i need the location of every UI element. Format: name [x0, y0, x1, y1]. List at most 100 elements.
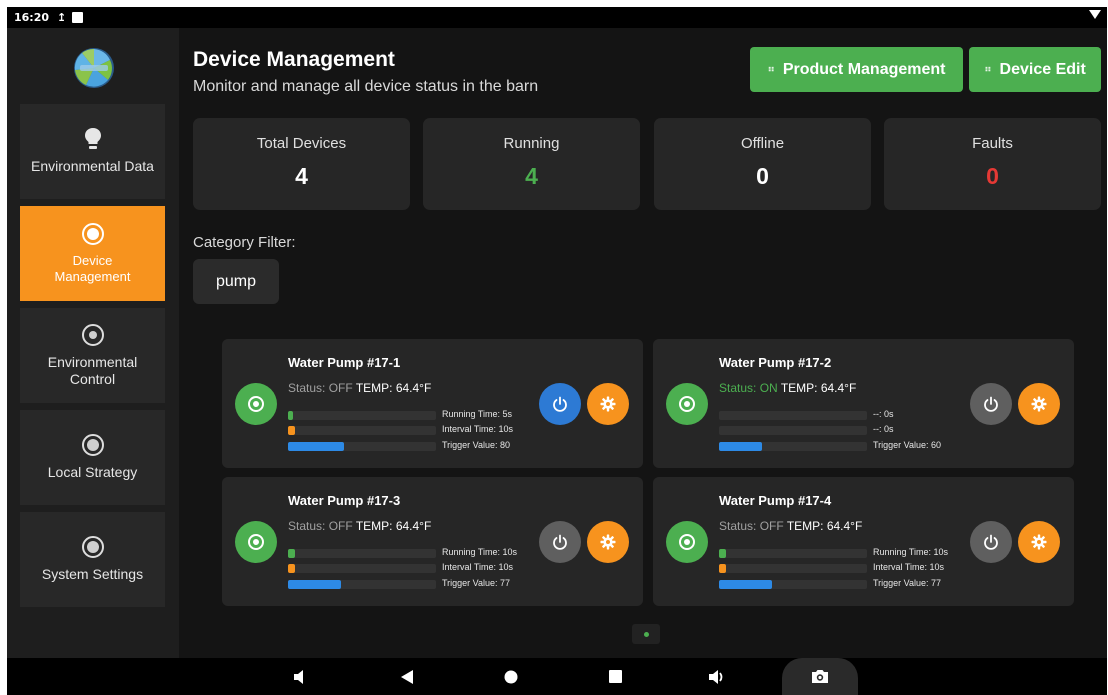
bar-label: Trigger Value: 60: [873, 440, 942, 450]
sidebar-item-environmental-data[interactable]: Environmental Data: [20, 104, 165, 199]
category-filter-chip[interactable]: pump: [193, 259, 279, 304]
bar-label: Running Time: 5s: [442, 409, 513, 419]
sidebar-item-label: System Settings: [41, 566, 144, 582]
progress-bar-fill: [719, 442, 762, 451]
progress-bar-fill: [288, 580, 342, 589]
progress-bar: [719, 442, 867, 451]
page-subtitle: Monitor and manage all device status in …: [193, 78, 539, 95]
progress-bar: [719, 411, 867, 420]
sidebar-item-system-settings[interactable]: System Settings: [20, 512, 165, 607]
screenshot-button[interactable]: [782, 658, 858, 695]
progress-bar: [288, 549, 436, 558]
product-management-label: Product Management: [782, 60, 946, 78]
progress-bar-fill: [288, 549, 296, 558]
progress-bar-fill: [288, 426, 296, 435]
volume-up-icon[interactable]: [705, 658, 729, 695]
status-prefix: Status:: [719, 381, 760, 395]
status-value: OFF: [328, 381, 353, 395]
settings-button[interactable]: [587, 383, 629, 425]
upload-icon: ↥: [57, 11, 67, 24]
power-icon: [553, 396, 567, 412]
back-icon[interactable]: [395, 658, 419, 695]
gear-icon: [1031, 396, 1047, 412]
progress-bar: [719, 580, 867, 589]
device-card[interactable]: Water Pump #17-4 Status: OFF TEMP: 64.4°F…: [653, 477, 1074, 606]
status-prefix: Status:: [288, 519, 329, 533]
temperature-value: TEMP: 64.4°F: [355, 381, 432, 395]
sidebar-item-local-strategy[interactable]: Local Strategy: [20, 410, 165, 505]
settings-button[interactable]: [1018, 521, 1060, 563]
device-name: Water Pump #17-3: [288, 493, 401, 508]
gear-icon: [1031, 534, 1047, 550]
stat-value: 4: [295, 163, 308, 189]
circle-icon: [81, 536, 104, 558]
stat-label: Running: [503, 135, 560, 152]
device-screen: 16:20 ↥ Environmental Data Device Manage…: [7, 7, 1107, 695]
settings-button[interactable]: [1018, 383, 1060, 425]
target-icon: [81, 323, 104, 346]
settings-button[interactable]: [587, 521, 629, 563]
system-nav-bar: [7, 658, 1107, 695]
progress-bar-fill: [719, 564, 727, 573]
power-icon: [553, 534, 567, 550]
grid-icon: ⠶: [767, 64, 775, 75]
stat-value: 4: [525, 163, 538, 189]
device-name: Water Pump #17-1: [288, 355, 401, 370]
progress-bar: [288, 411, 436, 420]
power-button[interactable]: [539, 383, 581, 425]
progress-bar-fill: [719, 580, 773, 589]
progress-bar: [719, 549, 867, 558]
home-icon[interactable]: [499, 658, 523, 695]
bar-label: Trigger Value: 77: [442, 578, 511, 588]
bar-label: Trigger Value: 77: [873, 578, 942, 588]
bar-label: --: 0s: [873, 424, 894, 434]
pagination-indicator[interactable]: [632, 624, 660, 644]
stat-card-total: Total Devices 4: [193, 118, 410, 210]
device-card[interactable]: Water Pump #17-2 Status: ON TEMP: 64.4°F -…: [653, 339, 1074, 468]
main-content: Device Management Monitor and manage all…: [179, 28, 1107, 658]
wifi-icon: [1089, 10, 1101, 19]
stat-value: 0: [986, 163, 999, 189]
status-value: ON: [759, 381, 778, 395]
status-time: 16:20: [14, 11, 50, 24]
device-name: Water Pump #17-2: [719, 355, 832, 370]
bar-label: Trigger Value: 80: [442, 440, 511, 450]
sidebar-item-environmental-control[interactable]: Environmental Control: [20, 308, 165, 403]
power-button[interactable]: [539, 521, 581, 563]
stat-card-offline: Offline 0: [654, 118, 871, 210]
device-status: Status: ON TEMP: 64.4°F: [719, 381, 856, 395]
pump-status-icon: [666, 521, 708, 563]
gear-icon: [600, 534, 616, 550]
sidebar-item-label: Environmental Data: [31, 158, 154, 174]
stat-value: 0: [756, 163, 769, 189]
stat-label: Total Devices: [256, 135, 347, 152]
power-button[interactable]: [970, 521, 1012, 563]
power-button[interactable]: [970, 383, 1012, 425]
circle-icon: [81, 434, 104, 456]
sidebar-item-label: Local Strategy: [47, 464, 138, 480]
device-card[interactable]: Water Pump #17-1 Status: OFF TEMP: 64.4°F…: [222, 339, 643, 468]
volume-down-icon[interactable]: [289, 658, 313, 695]
progress-bar: [288, 580, 436, 589]
grid-icon: ⠶: [984, 64, 992, 75]
product-management-button[interactable]: ⠶ Product Management: [750, 47, 963, 92]
progress-bar: [288, 426, 436, 435]
status-prefix: Status:: [288, 381, 329, 395]
recents-icon[interactable]: [603, 658, 627, 695]
device-edit-button[interactable]: ⠶ Device Edit: [969, 47, 1101, 92]
status-value: OFF: [759, 519, 784, 533]
page-dot: [643, 631, 649, 637]
sidebar-item-device-management[interactable]: Device Management: [20, 206, 165, 301]
temperature-value: TEMP: 64.4°F: [786, 519, 863, 533]
device-status: Status: OFF TEMP: 64.4°F: [288, 519, 431, 533]
stat-label: Offline: [740, 135, 785, 152]
device-card[interactable]: Water Pump #17-3 Status: OFF TEMP: 64.4°F…: [222, 477, 643, 606]
status-bar: 16:20 ↥: [7, 7, 1107, 28]
device-status: Status: OFF TEMP: 64.4°F: [719, 519, 862, 533]
category-filter-label: Category Filter:: [193, 234, 296, 251]
page-title: Device Management: [193, 48, 395, 71]
power-icon: [984, 534, 998, 550]
bar-label: --: 0s: [873, 409, 894, 419]
target-icon: [81, 222, 104, 245]
status-prefix: Status:: [719, 519, 760, 533]
